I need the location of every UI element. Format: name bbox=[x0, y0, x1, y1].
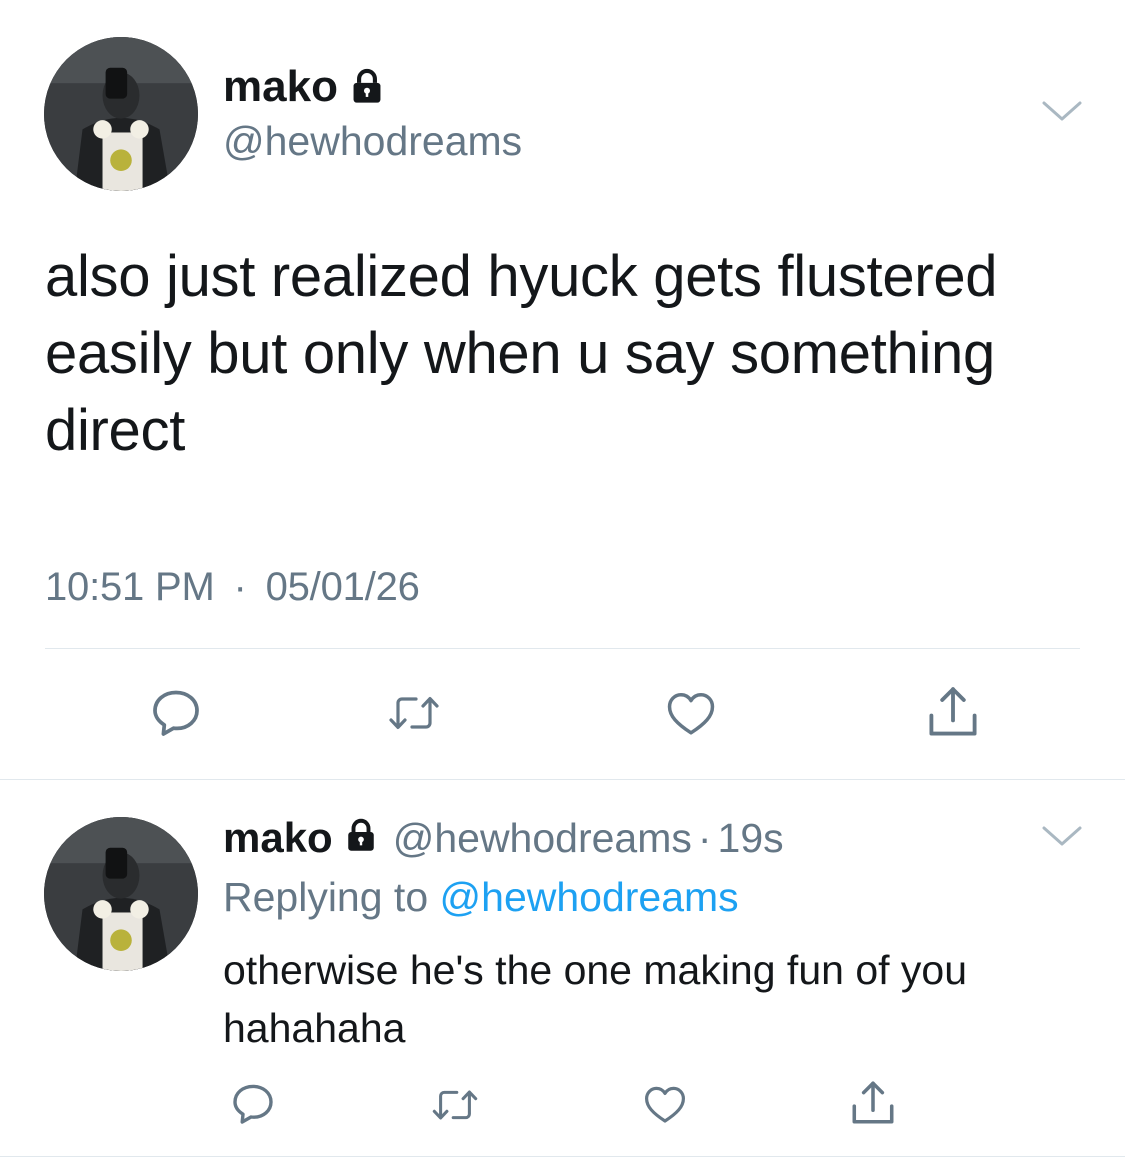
display-name[interactable]: mako bbox=[223, 62, 338, 112]
replying-to: Replying to @hewhodreams bbox=[223, 871, 739, 923]
share-button[interactable] bbox=[848, 1077, 898, 1129]
timestamp-separator: · bbox=[233, 565, 247, 609]
divider bbox=[45, 648, 1080, 649]
retweet-button[interactable] bbox=[384, 688, 444, 738]
avatar-image bbox=[44, 37, 198, 191]
handle[interactable]: @hewhodreams bbox=[223, 116, 522, 166]
reply-icon bbox=[153, 690, 199, 736]
retweet-icon bbox=[432, 1090, 478, 1120]
lock-icon bbox=[343, 816, 379, 863]
reply-icon bbox=[233, 1084, 273, 1124]
tweet-time: 10:51 PM bbox=[45, 565, 215, 609]
timestamp: 10:51 PM · 05/01/26 bbox=[45, 562, 420, 612]
avatar[interactable] bbox=[44, 817, 198, 971]
avatar[interactable] bbox=[44, 37, 198, 191]
chevron-down-icon[interactable] bbox=[1040, 822, 1084, 857]
display-name[interactable]: mako bbox=[223, 814, 333, 862]
like-button[interactable] bbox=[662, 685, 720, 741]
retweet-icon bbox=[389, 697, 439, 729]
replying-to-label: Replying to bbox=[223, 874, 429, 920]
avatar-image bbox=[44, 817, 198, 971]
reply-text: otherwise he's the one making fun of you… bbox=[223, 947, 968, 1051]
handle-separator: · bbox=[697, 814, 712, 861]
replying-to-handle-link[interactable]: @hewhodreams bbox=[440, 874, 739, 920]
tweet-text: also just realized hyuck gets flustered … bbox=[45, 244, 998, 463]
retweet-button[interactable] bbox=[428, 1083, 482, 1127]
tweet-age: 19s bbox=[717, 814, 784, 861]
handle[interactable]: @hewhodreams bbox=[393, 815, 692, 862]
lock-icon bbox=[348, 67, 386, 110]
share-button[interactable] bbox=[924, 682, 982, 742]
like-icon bbox=[645, 1086, 685, 1123]
like-icon bbox=[667, 693, 715, 735]
tweet-separator bbox=[0, 779, 1125, 780]
tweet-date: 05/01/26 bbox=[265, 565, 420, 609]
chevron-down-icon[interactable] bbox=[1040, 97, 1084, 132]
share-icon bbox=[929, 687, 977, 736]
reply-button[interactable] bbox=[148, 685, 204, 741]
share-icon bbox=[852, 1081, 894, 1124]
bottom-divider bbox=[0, 1156, 1125, 1157]
reply-button[interactable] bbox=[229, 1080, 277, 1128]
like-button[interactable] bbox=[640, 1080, 690, 1128]
